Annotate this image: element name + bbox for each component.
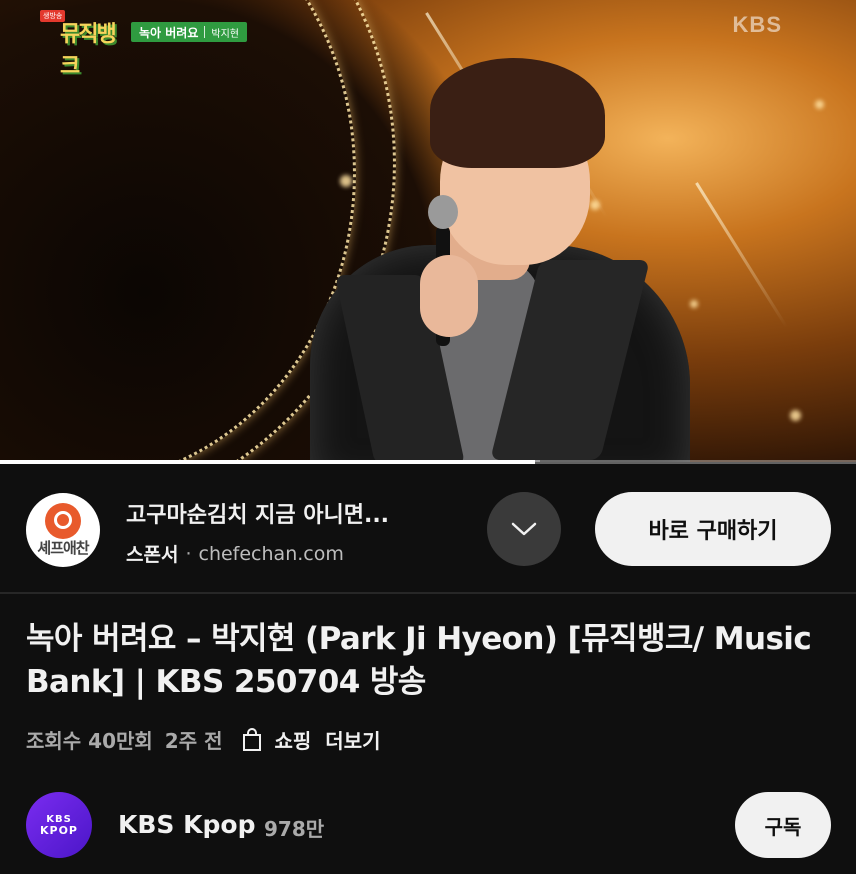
music-bank-logo: 뮤직뱅크 — [60, 22, 117, 79]
more-link[interactable]: 더보기 — [325, 725, 380, 754]
shopping-bag-icon — [243, 727, 262, 751]
sponsor-logo[interactable]: 셰프애찬 — [26, 493, 100, 567]
channel-name[interactable]: KBS Kpop — [118, 810, 255, 839]
avatar-text-top: KBS — [46, 813, 72, 825]
hair — [430, 58, 605, 168]
video-title[interactable]: 녹아 버려요 – 박지현 (Park Ji Hyeon) [뮤직뱅크/ Musi… — [26, 618, 816, 704]
sponsor-logo-text: 셰프애찬 — [37, 539, 89, 557]
video-meta-row[interactable]: 조회수 40만회 2주 전 쇼핑 더보기 — [26, 725, 381, 754]
sponsor-title[interactable]: 고구마순김치 지금 아니면... — [126, 497, 389, 529]
caption-song-title: 녹아 버려요 — [139, 25, 199, 40]
bokeh-light — [790, 410, 801, 421]
section-divider — [0, 592, 856, 594]
buy-now-button[interactable]: 바로 구매하기 — [595, 492, 831, 566]
shopping-label[interactable]: 쇼핑 — [274, 725, 311, 754]
subscriber-count: 978만 — [264, 817, 325, 841]
video-player[interactable]: 생방송 뮤직뱅크 녹아 버려요 박지현 KBS — [0, 0, 856, 462]
sponsor-domain: chefechan.com — [198, 542, 344, 565]
avatar-text-bottom: KPOP — [40, 823, 78, 837]
network-watermark: KBS — [732, 12, 782, 37]
caption-artist: 박지현 — [211, 28, 239, 40]
subscribe-button[interactable]: 구독 — [735, 792, 831, 858]
microphone — [428, 195, 458, 229]
sponsor-meta: 스폰서 · chefechan.com — [126, 540, 344, 567]
meta-separator: · — [185, 542, 192, 565]
sponsor-label: 스폰서 — [126, 544, 179, 566]
chevron-down-icon — [511, 522, 537, 536]
song-caption: 녹아 버려요 박지현 — [131, 22, 247, 42]
caption-separator — [204, 26, 206, 38]
upload-age: 2주 전 — [164, 729, 223, 753]
view-count: 조회수 40만회 — [26, 729, 153, 753]
light-streak — [695, 182, 788, 328]
sponsor-logo-inner — [54, 511, 72, 529]
sponsor-expand-button[interactable] — [487, 492, 561, 566]
performer — [300, 30, 700, 462]
hand — [420, 255, 478, 337]
bokeh-light — [815, 100, 824, 109]
channel-avatar[interactable]: KBS KPOP — [26, 792, 92, 858]
